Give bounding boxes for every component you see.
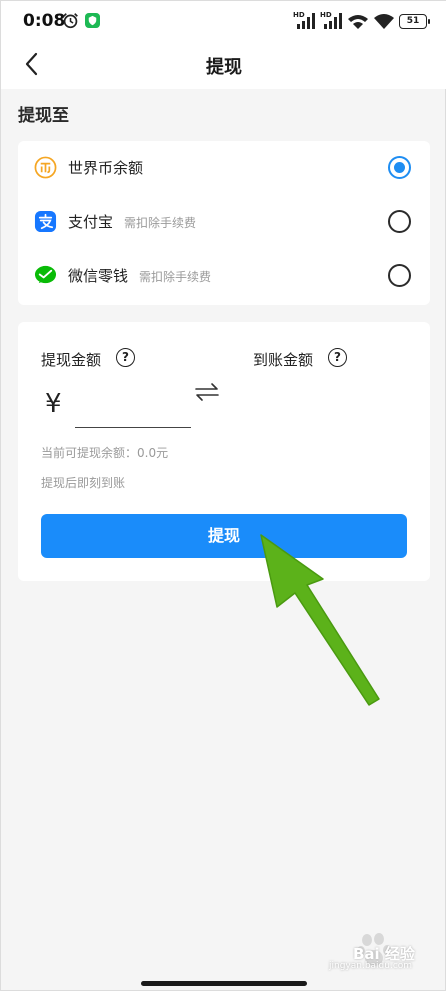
withdraw-destination-card: 世界币余额 支付宝 需扣除手续费 微信零钱 需扣除手续费	[18, 141, 430, 305]
battery-icon: 51	[399, 13, 430, 29]
nav-header: 提现	[1, 43, 446, 89]
signal-icon-2: HD	[320, 11, 342, 29]
green-pointer-arrow	[260, 534, 380, 706]
alarm-icon	[63, 13, 78, 29]
wifi-hotspot-icon	[348, 15, 368, 29]
destination-label: 微信零钱	[68, 267, 129, 285]
swap-icon	[195, 383, 219, 401]
watermark-url: jingyan.baidu.com	[329, 961, 413, 971]
status-bar: 0:08 HD HD 51	[1, 1, 446, 43]
instant-arrival-text: 提现后即刻到账	[41, 476, 126, 490]
status-icons: HD HD 51	[293, 11, 430, 30]
section-title: 提现至	[18, 106, 69, 126]
wifi-icon	[374, 14, 394, 29]
destination-option-alipay[interactable]: 支付宝 需扣除手续费	[18, 195, 430, 249]
radio-selected[interactable]	[388, 156, 411, 179]
shield-icon	[85, 13, 100, 28]
arrival-amount-label: 到账金额	[253, 351, 314, 369]
destination-option-wechat[interactable]: 微信零钱 需扣除手续费	[18, 249, 430, 303]
screen: 0:08 HD HD 51 提现 提现至 世界币余额 支付宝 需扣除手续费 微信…	[0, 0, 446, 991]
help-icon[interactable]: ?	[116, 348, 135, 367]
home-indicator[interactable]	[141, 981, 307, 986]
status-time: 0:08	[23, 11, 66, 31]
page-title: 提现	[206, 57, 242, 78]
withdraw-amount-input[interactable]	[75, 392, 191, 428]
available-balance-text: 当前可提现余额：0.0元	[41, 446, 169, 460]
radio-unselected[interactable]	[388, 264, 411, 287]
destination-label: 世界币余额	[68, 159, 144, 177]
fee-note: 需扣除手续费	[139, 270, 212, 284]
alipay-icon	[34, 210, 57, 233]
coin-icon	[34, 156, 57, 179]
destination-label: 支付宝	[68, 213, 114, 231]
currency-symbol: ¥	[45, 389, 62, 419]
radio-unselected[interactable]	[388, 210, 411, 233]
help-icon[interactable]: ?	[328, 348, 347, 367]
destination-option-world-coin[interactable]: 世界币余额	[18, 141, 430, 195]
signal-icon: HD	[293, 11, 315, 29]
withdraw-amount-label: 提现金额	[41, 351, 102, 369]
wechat-pay-icon	[34, 265, 57, 284]
fee-note: 需扣除手续费	[124, 216, 197, 230]
